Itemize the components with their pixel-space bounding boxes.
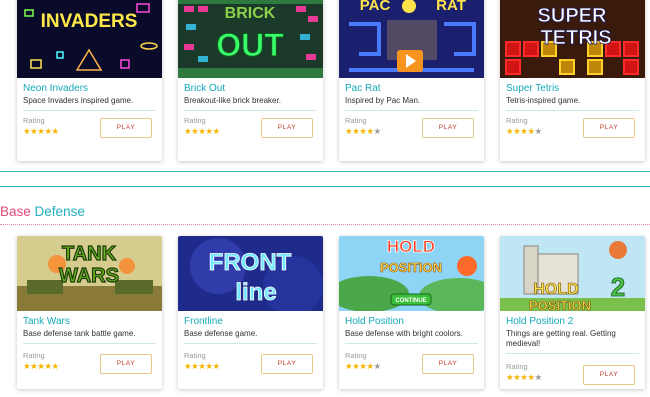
play-button[interactable]: PLAY [422,118,474,138]
game-description: Base defense with bright coolors. [345,329,463,338]
game-thumbnail[interactable]: SUPER TETRIS [500,0,645,78]
svg-text:BRICK: BRICK [225,5,276,22]
thumb-title-text: HOLD [533,281,578,298]
rating-stars: ★★★★★ [345,126,381,136]
play-button[interactable]: PLAY [100,354,152,374]
rating-stars: ★★★★★ [23,361,59,371]
play-button[interactable]: PLAY [422,354,474,374]
thumb-number-text: 2 [611,272,625,302]
game-thumbnail[interactable]: FRONT line [178,236,323,311]
rating-stars: ★★★★★ [184,361,220,371]
thumb-continue-text: CONTINUE [395,298,426,304]
game-title[interactable]: Pac Rat [345,83,381,94]
rating-label: Rating [345,351,367,360]
game-description: Breakout-like brick breaker. [184,96,281,105]
section-title-second: Defense [34,204,85,219]
rating-stars: ★★★★★ [184,126,220,136]
thumb-title-text: OUT [216,27,284,63]
game-card: PAC RAT Pac Rat Inspired by Pac Man. Rat… [339,0,484,161]
play-button[interactable]: PLAY [261,354,313,374]
game-thumbnail[interactable]: BRICK OUT [178,0,323,78]
game-description: Base defense tank battle game. [23,329,136,338]
game-thumbnail[interactable]: HOLD POSITION CONTINUE [339,236,484,311]
game-thumbnail[interactable]: PAC RAT [339,0,484,78]
divider [184,343,317,344]
rating-stars: ★★★★★ [506,372,542,382]
game-card: SUPER TETRIS Super Tetris Tetris-inspire… [500,0,645,161]
game-title[interactable]: Hold Position [345,316,404,327]
game-thumbnail[interactable]: HOLD POSITION 2 [500,236,645,311]
game-title[interactable]: Brick Out [184,83,225,94]
game-title[interactable]: Neon Invaders [23,83,88,94]
divider [506,110,639,111]
divider [184,110,317,111]
play-button[interactable]: PLAY [100,118,152,138]
svg-text:RAT: RAT [436,0,466,14]
game-description: Things are getting real. Getting medieva… [506,329,616,348]
thumb-subtitle-text: POSITION [529,298,591,311]
game-title[interactable]: Super Tetris [506,83,559,94]
section-title-first: Base [0,204,31,219]
game-row-base-defense: TANK WARS Tank Wars Base defense tank ba… [0,236,650,397]
rating-label: Rating [184,116,206,125]
rating-label: Rating [345,116,367,125]
divider [23,343,156,344]
game-description: Base defense game. [184,329,258,338]
divider [506,353,639,354]
section-divider [0,171,650,172]
thumb-subtitle-text: TETRIS [540,27,611,49]
rating-stars: ★★★★★ [23,126,59,136]
section-divider [0,186,650,187]
play-button[interactable]: PLAY [583,365,635,385]
game-thumbnail[interactable]: TANK WARS [17,236,162,311]
game-thumbnail[interactable]: INVADERS [17,0,162,78]
game-description: Space Invaders inspired game. [23,96,134,105]
divider [345,343,478,344]
game-card: HOLD POSITION CONTINUE Hold Position Bas… [339,236,484,389]
thumb-title-text: TANK [62,243,117,265]
thumb-title-text: SUPER [538,5,607,27]
thumb-title-text: FRONT [209,249,292,276]
rating-label: Rating [23,116,45,125]
thumb-title-text: HOLD [387,237,435,256]
thumb-title-text: INVADERS [41,11,138,32]
rating-stars: ★★★★★ [506,126,542,136]
section-title: Base Defense [0,204,85,219]
game-card: INVADERS Neon Invaders Space Invaders in… [17,0,162,161]
game-card: HOLD POSITION 2 Hold Position 2 Things a… [500,236,645,389]
game-description: Inspired by Pac Man. [345,96,421,105]
rating-label: Rating [23,351,45,360]
game-description: Tetris-inspired game. [506,96,581,105]
rating-label: Rating [506,362,528,371]
game-title[interactable]: Tank Wars [23,316,70,327]
play-button[interactable]: PLAY [583,118,635,138]
rating-stars: ★★★★★ [345,361,381,371]
game-title[interactable]: Frontline [184,316,223,327]
game-row-arcade: INVADERS Neon Invaders Space Invaders in… [0,0,650,165]
divider [23,110,156,111]
game-card: BRICK OUT Brick Out Breakout-like brick … [178,0,323,161]
svg-text:PAC: PAC [360,0,391,14]
thumb-subtitle-text: POSITION [380,260,442,275]
play-button[interactable]: PLAY [261,118,313,138]
divider [345,110,478,111]
game-title[interactable]: Hold Position 2 [506,316,573,327]
rating-label: Rating [506,116,528,125]
game-card: TANK WARS Tank Wars Base defense tank ba… [17,236,162,389]
rating-label: Rating [184,351,206,360]
thumb-subtitle-text: WARS [59,265,119,287]
thumb-subtitle-text: line [235,279,276,306]
game-card: FRONT line Frontline Base defense game. … [178,236,323,389]
section-title-underline [0,224,650,225]
